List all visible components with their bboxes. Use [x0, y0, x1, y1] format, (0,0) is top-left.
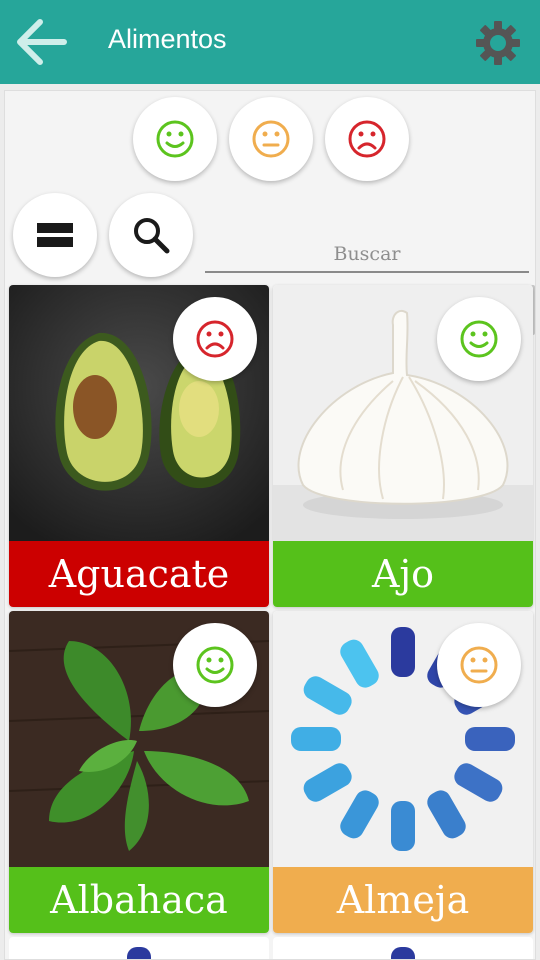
- search-icon: [134, 218, 170, 254]
- neutral-face-icon: [252, 120, 290, 158]
- happy-face-icon: [196, 646, 234, 684]
- back-button[interactable]: [14, 16, 70, 68]
- food-name-bar: Almeja: [273, 867, 533, 933]
- food-name: Aguacate: [48, 552, 230, 596]
- content-panel: Aguacate Ajo: [4, 90, 536, 960]
- view-toggle-button[interactable]: [13, 193, 97, 277]
- gear-icon: [476, 21, 520, 65]
- loading-spinner-icon: [127, 947, 151, 959]
- food-card-partial[interactable]: [273, 937, 533, 959]
- rating-badge[interactable]: [437, 623, 521, 707]
- search-field[interactable]: [205, 229, 529, 273]
- happy-face-icon: [460, 320, 498, 358]
- food-name-bar: Aguacate: [9, 541, 269, 607]
- food-card-albahaca[interactable]: Albahaca: [9, 611, 269, 933]
- food-card-almeja[interactable]: Almeja: [273, 611, 533, 933]
- rating-badge[interactable]: [437, 297, 521, 381]
- food-name: Ajo: [371, 552, 435, 596]
- food-card-partial[interactable]: [9, 937, 269, 959]
- search-input[interactable]: [205, 229, 529, 271]
- list-view-icon: [37, 223, 73, 247]
- filter-happy-button[interactable]: [133, 97, 217, 181]
- rating-badge[interactable]: [173, 297, 257, 381]
- app-bar: Alimentos: [0, 0, 540, 84]
- food-name-bar: Albahaca: [9, 867, 269, 933]
- sad-face-icon: [348, 120, 386, 158]
- page-title: Alimentos: [108, 24, 227, 54]
- search-button[interactable]: [109, 193, 193, 277]
- food-name: Almeja: [336, 878, 470, 922]
- filter-neutral-button[interactable]: [229, 97, 313, 181]
- happy-face-icon: [156, 120, 194, 158]
- filter-sad-button[interactable]: [325, 97, 409, 181]
- food-name-bar: Ajo: [273, 541, 533, 607]
- sad-face-icon: [196, 320, 234, 358]
- neutral-face-icon: [460, 646, 498, 684]
- food-card-ajo[interactable]: Ajo: [273, 285, 533, 607]
- settings-button[interactable]: [474, 19, 522, 67]
- food-name: Albahaca: [50, 878, 228, 922]
- loading-spinner-icon: [391, 947, 415, 959]
- food-card-aguacate[interactable]: Aguacate: [9, 285, 269, 607]
- arrow-left-icon: [17, 19, 67, 65]
- rating-badge[interactable]: [173, 623, 257, 707]
